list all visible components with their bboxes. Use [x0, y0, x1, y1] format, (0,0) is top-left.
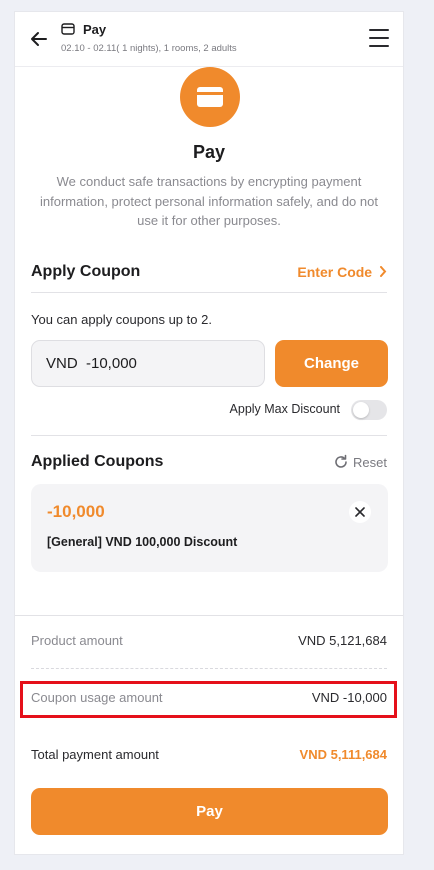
chevron-right-icon	[380, 266, 387, 277]
header-title: Pay	[83, 22, 107, 37]
page-title: Pay	[192, 142, 226, 162]
total-payment-value: VND 5,111,684	[299, 747, 387, 762]
remove-coupon-button[interactable]	[349, 501, 371, 523]
max-discount-label: Apply Max Discount	[229, 402, 340, 416]
applied-coupon-item: -10,000 [General] VND 100,000 Discount	[31, 484, 388, 572]
highlight-box	[20, 681, 397, 718]
card-icon	[61, 23, 75, 35]
toggle-knob	[353, 402, 369, 418]
enter-code-label: Enter Code	[297, 264, 373, 280]
menu-icon[interactable]	[369, 29, 389, 47]
section-divider	[31, 292, 387, 293]
coupon-input[interactable]	[31, 340, 265, 387]
product-amount-label: Product amount	[31, 633, 123, 648]
payment-card-icon	[180, 67, 240, 127]
change-button[interactable]: Change	[275, 340, 388, 387]
card-icon	[197, 87, 223, 107]
dashed-divider	[31, 668, 387, 669]
summary-divider	[15, 615, 403, 616]
reset-button[interactable]: Reset	[333, 454, 387, 470]
total-payment-label: Total payment amount	[31, 747, 159, 762]
section-divider	[31, 435, 387, 436]
payment-card: Pay 02.10 - 02.11( 1 nights), 1 rooms, 2…	[14, 11, 404, 855]
applied-coupon-name: [General] VND 100,000 Discount	[47, 535, 238, 549]
pay-button[interactable]: Pay	[31, 788, 388, 835]
reset-label: Reset	[353, 454, 387, 470]
header: Pay 02.10 - 02.11( 1 nights), 1 rooms, 2…	[15, 12, 403, 67]
refresh-icon	[335, 454, 347, 468]
applied-coupons-title: Applied Coupons	[31, 453, 164, 470]
header-subtitle: 02.10 - 02.11( 1 nights), 1 rooms, 2 adu…	[61, 43, 237, 54]
close-icon	[355, 507, 365, 517]
product-amount-value: VND 5,121,684	[298, 633, 387, 648]
apply-coupon-title: Apply Coupon	[31, 263, 141, 280]
max-discount-toggle[interactable]	[351, 400, 387, 420]
applied-coupon-amount: -10,000	[47, 502, 105, 521]
security-description: We conduct safe transactions by encrypti…	[40, 174, 378, 228]
coupon-limit-hint: You can apply coupons up to 2.	[31, 312, 212, 327]
back-arrow-icon[interactable]	[29, 29, 49, 49]
enter-code-link[interactable]: Enter Code	[297, 264, 387, 280]
